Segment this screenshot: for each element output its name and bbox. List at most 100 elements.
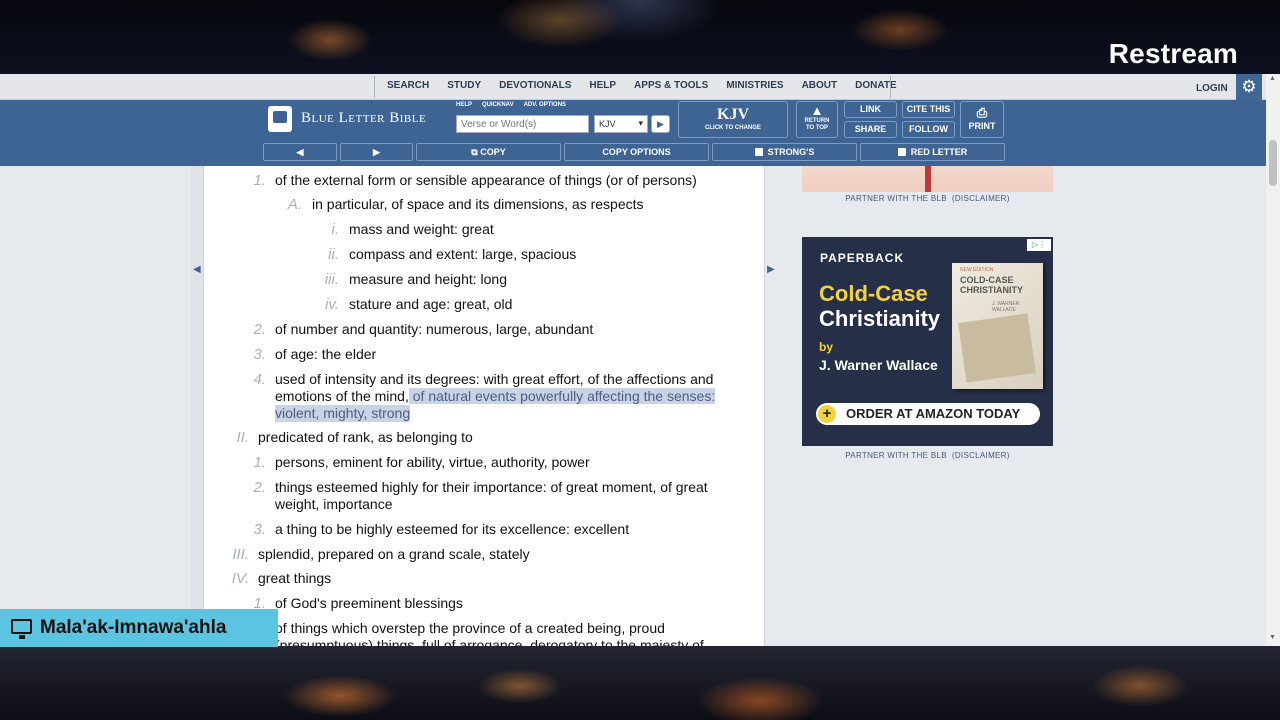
disclaimer-link[interactable]: (DISCLAIMER) (952, 451, 1010, 460)
nav-search[interactable]: SEARCH (378, 74, 438, 100)
partner-note: PARTNER WITH THE BLB (DISCLAIMER) (802, 451, 1053, 460)
expand-right-icon[interactable]: ▶ (767, 264, 775, 275)
copy-button[interactable]: ⧉ COPY (416, 143, 561, 161)
browser-viewport: SEARCH STUDY DEVOTIONALS HELP APPS & TOO… (0, 74, 1280, 646)
book-title: COLD-CASE CHRISTIANITY (960, 275, 1023, 295)
order-amazon-button[interactable]: + ORDER AT AMAZON TODAY (816, 403, 1040, 425)
order-label: ORDER AT AMAZON TODAY (846, 406, 1021, 421)
vertical-scrollbar[interactable]: ▲ ▼ (1266, 74, 1280, 646)
definition-text: in particular, of space and its dimensio… (312, 196, 644, 212)
share-button[interactable]: SHARE (844, 121, 897, 138)
help-link[interactable]: HELP (456, 102, 472, 108)
disclaimer-link[interactable]: (DISCLAIMER) (952, 194, 1010, 203)
book-edition: NEW EDITION (960, 267, 994, 273)
partner-note: PARTNER WITH THE BLB (DISCLAIMER) (802, 194, 1053, 203)
red-letter-toggle[interactable]: RED LETTER (860, 143, 1005, 161)
outline-number: 2. (253, 479, 266, 496)
search-input[interactable] (456, 115, 589, 133)
return-to-top-button[interactable]: ▲ RETURN TO TOP (796, 101, 838, 138)
outline-number: 3. (253, 521, 266, 538)
book-paper-graphic (958, 313, 1036, 383)
definition-text: of God's preeminent blessings (275, 595, 463, 611)
nav-apps-tools[interactable]: APPS & TOOLS (625, 74, 717, 100)
definition-text: emotions of the mind, of natural events … (275, 388, 716, 405)
streamer-name-tag: Mala'ak-Imnawa'ahla (0, 609, 278, 647)
red-letter-checkbox[interactable] (897, 148, 906, 156)
outline-number: iii. (324, 271, 339, 288)
ribbon-graphic (925, 166, 931, 192)
nav-about[interactable]: ABOUT (793, 74, 847, 100)
quicknav-link[interactable]: QUICKNAV (482, 102, 514, 108)
nav-devotionals[interactable]: DEVOTIONALS (490, 74, 580, 100)
kjv-version-button[interactable]: KJV CLICK TO CHANGE (678, 101, 788, 138)
bible-logo-icon[interactable] (268, 106, 292, 132)
kjv-label: KJV (717, 106, 749, 123)
book-title-line1: COLD-CASE (960, 275, 1014, 285)
scrollbar-thumb[interactable] (1269, 140, 1277, 186)
up-arrow-icon: ▲ (810, 103, 824, 118)
gear-icon[interactable]: ⚙ (1236, 74, 1262, 100)
ad-title-line2: Christianity (819, 306, 941, 331)
outline-number: A. (287, 196, 302, 213)
partner-link[interactable]: PARTNER WITH THE BLB (845, 451, 947, 460)
outline-number: II. (236, 429, 249, 446)
top-navigation: SEARCH STUDY DEVOTIONALS HELP APPS & TOO… (0, 74, 1280, 100)
definition-text: predicated of rank, as belonging to (258, 429, 473, 445)
nav-study[interactable]: STUDY (438, 74, 490, 100)
blb-header: Blue Letter Bible HELP QUICKNAV ADV. OPT… (0, 100, 1266, 166)
follow-button[interactable]: FOLLOW (902, 121, 955, 138)
stream-background-bottom (0, 646, 1280, 720)
collapse-left-icon[interactable]: ◀ (193, 264, 201, 275)
link-button[interactable]: LINK (844, 101, 897, 118)
partner-link[interactable]: PARTNER WITH THE BLB (845, 194, 947, 203)
print-button[interactable]: ⎙ PRINT (960, 101, 1004, 138)
copy-icon: ⧉ (471, 147, 481, 157)
definition-text: a thing to be highly esteemed for its ex… (275, 521, 630, 537)
nav-divider (890, 76, 891, 98)
adchoices-icon[interactable]: ▷⋮ (1027, 239, 1051, 251)
nav-donate[interactable]: DONATE (846, 74, 905, 100)
definition-text: of things which overstep the province of… (275, 620, 665, 636)
version-select[interactable]: KJV (594, 115, 648, 133)
next-button[interactable]: ▶ (340, 143, 413, 161)
to-top-label: TO TOP (805, 125, 829, 131)
ad-title-line1: Cold-Case (819, 281, 928, 306)
definition-text: of age: the elder (275, 346, 377, 362)
book-cover-image: NEW EDITION COLD-CASE CHRISTIANITY J. WAR… (952, 263, 1043, 389)
definition-text: things esteemed highly for their importa… (275, 479, 708, 495)
book-author: J. WARNER WALLACE (992, 301, 1020, 313)
print-label: PRINT (968, 121, 996, 131)
outline-number: IV. (231, 570, 249, 587)
copy-options-button[interactable]: COPY OPTIONS (564, 143, 709, 161)
outline-number: 1. (253, 454, 266, 471)
ad-banner-image[interactable] (802, 166, 1053, 192)
copy-label: COPY (480, 147, 506, 157)
outline-number: iv. (325, 296, 339, 313)
search-go-button[interactable]: ▶ (651, 115, 670, 133)
prev-button[interactable]: ◀ (263, 143, 337, 161)
kjv-sub-label: CLICK TO CHANGE (705, 125, 761, 131)
adv-options-link[interactable]: ADV. OPTIONS (524, 102, 566, 108)
book-advertisement[interactable]: ▷⋮ PAPERBACK Cold-Case Christianity by J… (802, 237, 1053, 446)
nav-divider (374, 76, 375, 98)
highlighted-selection: violent, mighty, strong (275, 405, 411, 422)
plus-icon: + (818, 405, 836, 423)
strongs-checkbox[interactable] (754, 148, 763, 156)
site-logo-text[interactable]: Blue Letter Bible (301, 110, 426, 127)
lexicon-definition-panel: 1. of the external form or sensible appe… (203, 166, 765, 646)
nav-ministries[interactable]: MINISTRIES (717, 74, 792, 100)
outline-number: i. (331, 221, 340, 238)
login-link[interactable]: LOGIN (1196, 74, 1228, 100)
scroll-up-icon[interactable]: ▲ (1269, 75, 1276, 82)
nav-help[interactable]: HELP (580, 74, 625, 100)
outline-number: 4. (253, 371, 266, 388)
definition-text: measure and height: long (349, 271, 507, 287)
ad-by: by (819, 340, 834, 354)
strongs-toggle[interactable]: STRONG'S (712, 143, 857, 161)
sidebar: PARTNER WITH THE BLB (DISCLAIMER) ▷⋮ PAP… (779, 166, 1266, 646)
scroll-down-icon[interactable]: ▼ (1269, 634, 1276, 641)
cite-button[interactable]: CITE THIS (902, 101, 955, 118)
highlighted-selection: of natural events powerfully affecting t… (408, 388, 716, 404)
stream-background-top (0, 0, 1280, 74)
return-label: RETURN (804, 118, 830, 124)
